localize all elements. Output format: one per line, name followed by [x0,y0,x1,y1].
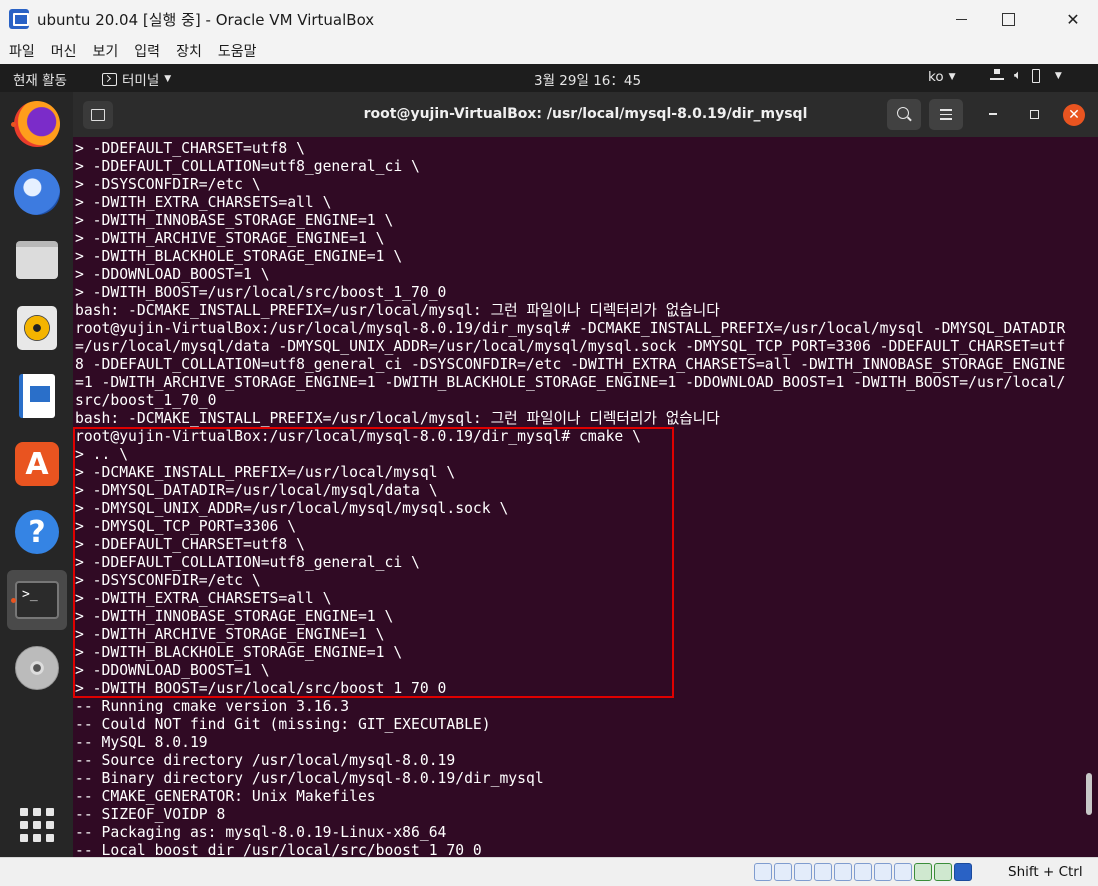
terminal-line: > -DSYSCONFDIR=/etc \ [75,176,261,193]
terminal-close-button[interactable]: ✕ [1063,104,1085,126]
terminal-line: root@yujin-VirtualBox:/usr/local/mysql-8… [75,320,1066,337]
optical-drive-icon[interactable] [774,863,792,881]
dvd-icon [15,646,59,690]
dock: A ? >_ [0,92,73,886]
dock-item-rhythmbox[interactable] [7,298,67,358]
vbox-menubar: 파일 머신 보기 입력 장치 도움말 [0,38,1098,64]
show-applications-button[interactable] [7,795,67,855]
close-button[interactable]: ✕ [1050,0,1096,38]
dock-item-thunderbird[interactable] [7,162,67,222]
dock-item-software[interactable]: A [7,434,67,494]
mouse-integration-icon[interactable] [934,863,952,881]
shared-folder-icon[interactable] [854,863,872,881]
maximize-button[interactable] [985,0,1031,38]
usb-icon[interactable] [834,863,852,881]
menu-devices[interactable]: 장치 [176,41,202,61]
clock[interactable]: 3월 29일 16：45 [534,69,641,89]
activities-button[interactable]: 현재 활동 [13,69,67,89]
vbox-titlebar: ubuntu 20.04 [실행 중] - Oracle VM VirtualB… [0,0,1098,38]
window-title: ubuntu 20.04 [실행 중] - Oracle VM VirtualB… [37,10,375,29]
thunderbird-icon [14,169,60,215]
dock-item-dvd[interactable] [7,638,67,698]
terminal-line: > -DDEFAULT_COLLATION=utf8_general_ci \ [75,158,420,175]
libreoffice-writer-icon [19,374,55,418]
help-icon: ? [15,510,59,554]
terminal-line: bash: -DCMAKE_INSTALL_PREFIX=/usr/local/… [75,410,720,427]
audio-icon[interactable] [794,863,812,881]
show-applications-icon [20,808,54,842]
terminal-line: =1 -DWITH_ARCHIVE_STORAGE_ENGINE=1 -DWIT… [75,374,1066,391]
dock-item-help[interactable]: ? [7,502,67,562]
firefox-icon [14,101,60,147]
app-menu-label: 터미널 [122,73,160,89]
cpu-activity-icon[interactable] [914,863,932,881]
terminal-line: 8 -DDEFAULT_COLLATION=utf8_general_ci -D… [75,356,1066,373]
running-indicator [11,597,16,603]
terminal-output[interactable]: > -DDEFAULT_CHARSET=utf8 \ > -DDEFAULT_CO… [73,137,1098,857]
menu-input[interactable]: 입력 [134,41,160,61]
terminal-line: -- MySQL 8.0.19 [75,734,208,751]
terminal-line: -- Could NOT find Git (missing: GIT_EXEC… [75,716,491,733]
display-icon[interactable] [874,863,892,881]
dock-item-firefox[interactable] [7,94,67,154]
recording-icon[interactable] [894,863,912,881]
minimize-button[interactable] [938,0,984,38]
terminal-line: > -DDEFAULT_CHARSET=utf8 \ [75,140,305,157]
menu-file[interactable]: 파일 [9,41,35,61]
dock-item-terminal[interactable]: >_ [7,570,67,630]
highlight-annotation-box [73,427,674,698]
system-tray[interactable]: 🔈︎ ▼ [990,68,1062,83]
terminal-line: > -DWITH_INNOBASE_STORAGE_ENGINE=1 \ [75,212,394,229]
terminal-line: -- Packaging as: mysql-8.0.19-Linux-x86_… [75,824,447,841]
menu-view[interactable]: 보기 [93,41,119,61]
volume-icon: 🔈︎ [1014,68,1022,83]
network-icon [990,68,1004,83]
menu-help[interactable]: 도움말 [218,41,257,61]
caret-down-icon: ▼ [1054,70,1062,81]
dock-item-files[interactable] [7,230,67,290]
status-icons [754,863,972,881]
running-indicator [11,121,16,127]
search-button[interactable] [887,99,921,130]
terminal-line: -- SIZEOF_VOIDP 8 [75,806,226,823]
rhythmbox-icon [17,306,57,350]
language-label: ko [928,69,944,85]
terminal-line: > -DWITH_EXTRA_CHARSETS=all \ [75,194,332,211]
dock-item-writer[interactable] [7,366,67,426]
terminal-line: -- Local boost dir /usr/local/src/boost_… [75,842,482,857]
hard-disk-icon[interactable] [754,863,772,881]
network-adapter-icon[interactable] [814,863,832,881]
terminal-line: -- Running cmake version 3.16.3 [75,698,350,715]
terminal-line: =/usr/local/mysql/data -DMYSQL_UNIX_ADDR… [75,338,1066,355]
ubuntu-software-icon: A [15,442,59,486]
terminal-icon [102,72,117,86]
battery-icon [1031,68,1040,83]
terminal-line: -- Source directory /usr/local/mysql-8.0… [75,752,456,769]
app-menu[interactable]: 터미널 ▼ [102,69,171,89]
virtualbox-app-icon [9,9,29,29]
terminal-restore-button[interactable] [1026,106,1042,122]
terminal-scrollbar[interactable] [1086,773,1092,815]
hamburger-menu-button[interactable] [929,99,963,130]
vbox-statusbar: Shift + Ctrl [0,857,1098,886]
keyboard-capture-icon[interactable] [954,863,972,881]
language-menu[interactable]: ko ▼ [928,69,956,85]
terminal-line: -- Binary directory /usr/local/mysql-8.0… [75,770,544,787]
terminal-line: > -DWITH_BLACKHOLE_STORAGE_ENGINE=1 \ [75,248,403,265]
terminal-headerbar: root@yujin-VirtualBox: /usr/local/mysql-… [73,92,1098,137]
terminal-icon: >_ [15,581,59,619]
terminal-line: -- CMAKE_GENERATOR: Unix Makefiles [75,788,376,805]
files-icon [16,241,58,279]
terminal-line: src/boost_1_70_0 [75,392,217,409]
menu-machine[interactable]: 머신 [51,41,77,61]
terminal-line: > -DWITH_BOOST=/usr/local/src/boost_1_70… [75,284,447,301]
terminal-line: > -DWITH_ARCHIVE_STORAGE_ENGINE=1 \ [75,230,385,247]
terminal-line: > -DDOWNLOAD_BOOST=1 \ [75,266,270,283]
caret-down-icon: ▼ [164,74,172,84]
host-key-label: Shift + Ctrl [1008,864,1083,880]
terminal-line: bash: -DCMAKE_INSTALL_PREFIX=/usr/local/… [75,302,720,319]
top-panel: 현재 활동 터미널 ▼ 3월 29일 16：45 ko ▼ 🔈︎ ▼ [0,64,1098,92]
caret-down-icon: ▼ [948,72,956,82]
terminal-minimize-button[interactable] [985,106,1001,122]
